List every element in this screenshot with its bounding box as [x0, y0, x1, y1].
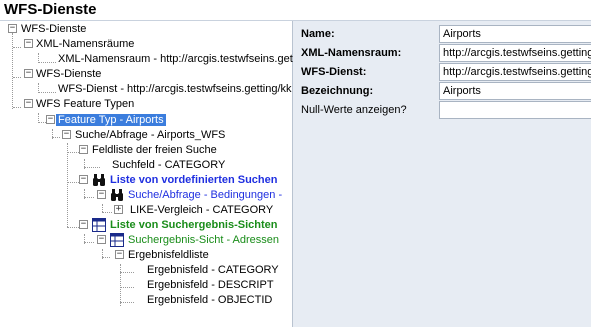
- tree-node-predefined-searches[interactable]: Liste von vordefinierten Suchen: [108, 172, 279, 188]
- null-values-label: Null-Werte anzeigen?: [301, 104, 407, 116]
- tree-connector: [67, 227, 79, 228]
- tree-node-feature-type-airports[interactable]: Feature Typ - Airports: [56, 112, 166, 128]
- tree-node-root[interactable]: WFS-Dienste: [19, 21, 88, 37]
- collapse-icon[interactable]: −: [62, 130, 71, 139]
- tree-connector: [38, 92, 56, 93]
- description-label: Bezeichnung:: [301, 85, 374, 97]
- collapse-icon[interactable]: −: [97, 235, 106, 244]
- tree-connector: [67, 143, 68, 227]
- collapse-icon[interactable]: −: [46, 115, 55, 124]
- collapse-icon[interactable]: −: [79, 145, 88, 154]
- tree-connector: [84, 197, 94, 198]
- tree-node-result-field[interactable]: Ergebnisfeld - OBJECTID: [145, 292, 274, 308]
- collapse-icon[interactable]: −: [24, 69, 33, 78]
- tree-node-result-field[interactable]: Ergebnisfeld - CATEGORY: [145, 262, 281, 278]
- table-icon: [110, 233, 124, 247]
- tree-node-like-compare[interactable]: LIKE-Vergleich - CATEGORY: [128, 202, 275, 218]
- name-field[interactable]: Airports: [439, 25, 591, 43]
- wfs-service-field[interactable]: http://arcgis.testwfseins.getting/: [439, 63, 591, 81]
- wfs-service-label: WFS-Dienst:: [301, 66, 367, 78]
- xml-namespace-field[interactable]: http://arcgis.testwfseins.getting.: [439, 44, 591, 62]
- tree-connector: [102, 212, 112, 213]
- xml-namespace-label: XML-Namensraum:: [301, 47, 402, 59]
- table-icon: [92, 218, 106, 232]
- tree-node-result-field[interactable]: Ergebnisfeld - DESCRIPT: [145, 277, 276, 293]
- tree-node-result-view-addresses[interactable]: Suchergebnis-Sicht - Adressen: [126, 232, 281, 248]
- tree-panel[interactable]: − WFS-Dienste − XML-Namensräume XML-Name…: [0, 21, 293, 327]
- tree-connector: [120, 264, 121, 306]
- tree-connector: [52, 137, 60, 138]
- property-row-wfs-service: WFS-Dienst: http://arcgis.testwfseins.ge…: [295, 63, 591, 83]
- property-row-description: Bezeichnung: Airports: [295, 82, 591, 102]
- collapse-icon[interactable]: −: [97, 190, 106, 199]
- tree-connector: [13, 47, 21, 48]
- tree-connector: [13, 77, 21, 78]
- tree-node-result-views[interactable]: Liste von Suchergebnis-Sichten: [108, 217, 279, 233]
- tree-node-xml-namespaces[interactable]: XML-Namensräume: [34, 36, 136, 52]
- tree-node-search-field[interactable]: Suchfeld - CATEGORY: [110, 157, 227, 173]
- null-values-field[interactable]: [439, 101, 591, 119]
- tree-connector: [67, 152, 79, 153]
- tree-connector: [12, 33, 13, 109]
- tree-node-search-query[interactable]: Suche/Abfrage - Airports_WFS: [73, 127, 227, 143]
- tree-connector: [13, 107, 21, 108]
- collapse-icon[interactable]: −: [115, 250, 124, 259]
- tree-node-search-conditions[interactable]: Suche/Abfrage - Bedingungen -: [126, 187, 284, 203]
- tree-node-result-field-list[interactable]: Ergebnisfeldliste: [126, 247, 211, 263]
- tree-connector: [102, 257, 110, 258]
- tree-connector: [102, 204, 103, 212]
- binoculars-icon: [111, 189, 123, 201]
- properties-panel: Name: Airports XML-Namensraum: http://ar…: [295, 21, 591, 327]
- tree-connector: [120, 287, 134, 288]
- page-title: WFS-Dienste: [0, 0, 591, 21]
- expand-icon[interactable]: +: [114, 205, 123, 214]
- collapse-icon[interactable]: −: [79, 220, 88, 229]
- tree-connector: [38, 122, 46, 123]
- tree-connector: [120, 302, 134, 303]
- binoculars-icon: [93, 174, 105, 186]
- tree-node-xml-namespace-item[interactable]: XML-Namensraum - http://arcgis.testwfsei…: [56, 51, 295, 67]
- tree-node-free-search-fields[interactable]: Feldliste der freien Suche: [90, 142, 219, 158]
- collapse-icon[interactable]: −: [79, 175, 88, 184]
- tree-node-wfs-services[interactable]: WFS-Dienste: [34, 66, 103, 82]
- collapse-icon[interactable]: −: [24, 39, 33, 48]
- name-label: Name:: [301, 28, 335, 40]
- tree-connector: [120, 272, 134, 273]
- property-row-xml-namespace: XML-Namensraum: http://arcgis.testwfsein…: [295, 44, 591, 64]
- tree-node-feature-types[interactable]: WFS Feature Typen: [34, 96, 136, 112]
- property-row-name: Name: Airports: [295, 25, 591, 45]
- tree-connector: [38, 62, 56, 63]
- description-field[interactable]: Airports: [439, 82, 591, 100]
- collapse-icon[interactable]: −: [8, 24, 17, 33]
- collapse-icon[interactable]: −: [24, 99, 33, 108]
- tree-connector: [84, 167, 100, 168]
- property-row-null-values: Null-Werte anzeigen?: [295, 101, 591, 121]
- tree-connector: [84, 242, 94, 243]
- tree-connector: [67, 182, 79, 183]
- tree-node-wfs-service-item[interactable]: WFS-Dienst - http://arcgis.testwfseins.g…: [56, 81, 294, 97]
